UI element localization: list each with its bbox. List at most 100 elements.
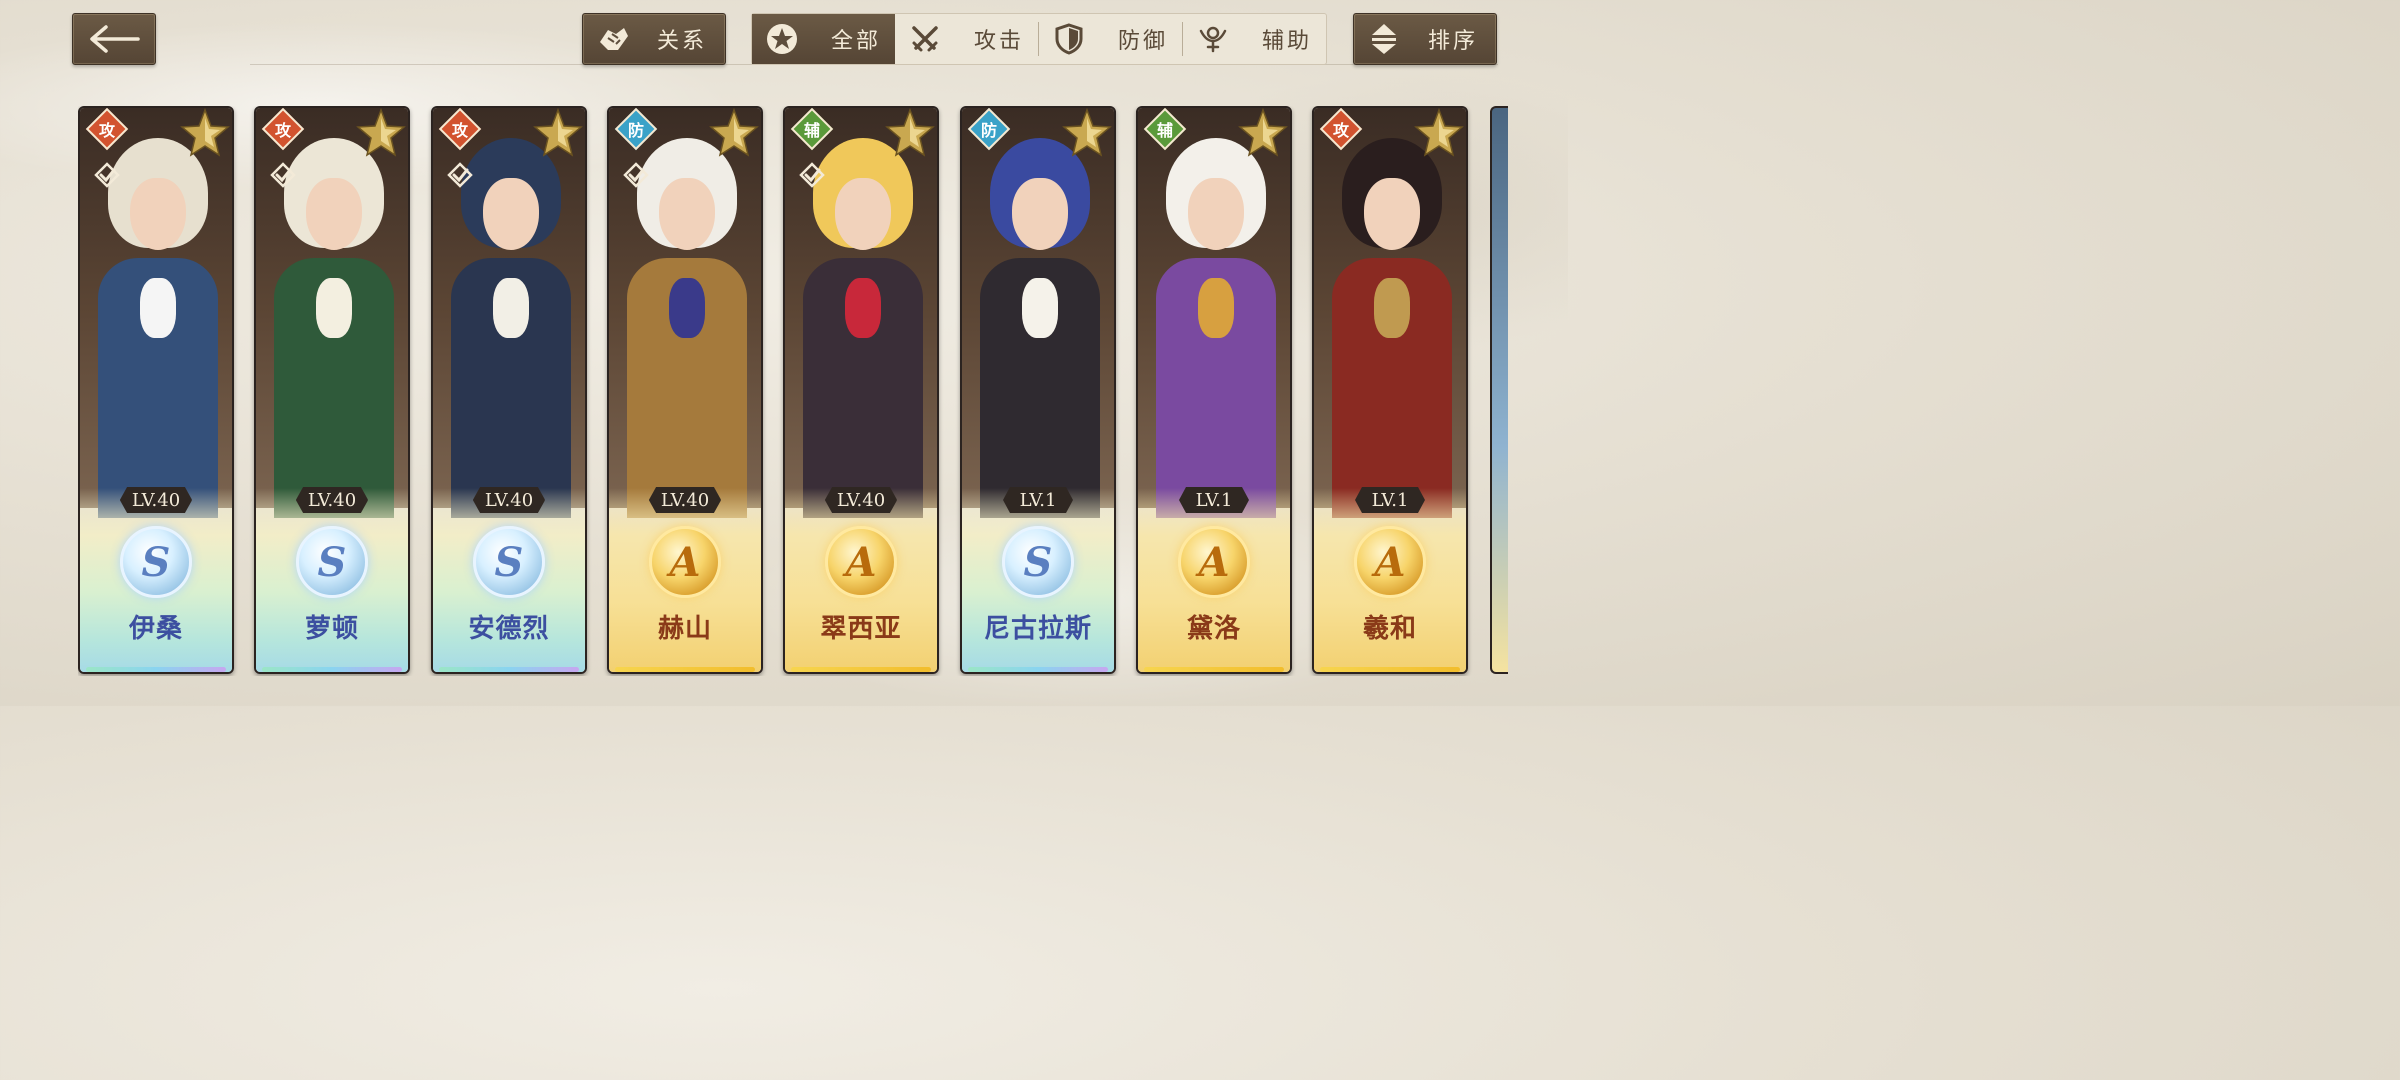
character-card-partial[interactable] [1490, 106, 1508, 674]
card-rarity-bar [86, 667, 226, 672]
card-rarity-bar [968, 667, 1108, 672]
portrait-accent [1198, 278, 1234, 338]
selected-check-icon [447, 162, 473, 188]
sort-label: 排序 [1428, 29, 1479, 54]
portrait-face [1364, 178, 1420, 250]
filter-tab-label: 防御 [1117, 29, 1168, 54]
selected-check-icon [94, 162, 120, 188]
character-name: 萝顿 [304, 614, 359, 644]
character-portrait [1138, 108, 1290, 518]
star-icon [1414, 108, 1464, 157]
support-icon [1193, 19, 1233, 59]
level-label: LV.1 [1355, 487, 1425, 513]
character-card[interactable]: 攻 LV.40 S 伊桑 [78, 106, 234, 674]
star-icon [533, 108, 583, 157]
character-card[interactable]: 辅 LV.1 A 黛洛 [1136, 106, 1292, 674]
character-name: 赫山 [657, 614, 712, 644]
filter-tab-label: 辅助 [1261, 29, 1312, 54]
rank-emblem: S [473, 526, 545, 598]
level-label: LV.40 [648, 487, 722, 513]
role-badge-text: 防 [980, 121, 997, 140]
portrait-accent [493, 278, 529, 338]
card-rarity-bar [1144, 667, 1284, 672]
level-label: LV.1 [1179, 487, 1249, 513]
portrait-accent [140, 278, 176, 338]
star-icon [356, 108, 406, 157]
portrait-face [1012, 178, 1068, 250]
character-portrait [1314, 108, 1466, 518]
selected-check-icon [270, 162, 296, 188]
level-label: LV.40 [472, 487, 546, 513]
character-portrait [962, 108, 1114, 518]
character-card[interactable]: 攻 LV.1 A 羲和 [1312, 106, 1468, 674]
role-badge-text: 攻 [98, 121, 115, 140]
selected-check-icon [799, 162, 825, 188]
star-icon [709, 108, 759, 157]
filter-tab-defense[interactable]: 防御 [1039, 14, 1182, 64]
role-badge-text: 防 [627, 121, 644, 140]
sort-button[interactable]: 排序 [1353, 13, 1497, 65]
selected-check-icon [623, 162, 649, 188]
filter-tab-label: 攻击 [973, 29, 1024, 54]
rank-emblem: A [825, 526, 897, 598]
role-badge-text: 攻 [274, 121, 291, 140]
character-card[interactable]: 防 LV.1 S 尼古拉斯 [960, 106, 1116, 674]
role-badge-text: 攻 [451, 121, 468, 140]
portrait-face [130, 178, 186, 250]
portrait-accent [1374, 278, 1410, 338]
card-rarity-bar [615, 667, 755, 672]
card-rarity-bar [791, 667, 931, 672]
back-button[interactable] [72, 13, 156, 65]
level-label: LV.1 [1003, 487, 1073, 513]
role-filter-tabs: 全部 攻击 防御 辅助 [751, 13, 1327, 65]
card-rarity-bar [439, 667, 579, 672]
star-icon [885, 108, 935, 157]
back-arrow-icon [90, 25, 140, 53]
character-name: 尼古拉斯 [983, 614, 1092, 644]
rank-emblem: S [296, 526, 368, 598]
filter-tab-attack[interactable]: 攻击 [895, 14, 1038, 64]
rank-emblem: A [1354, 526, 1426, 598]
role-badge-text: 攻 [1332, 121, 1349, 140]
character-name: 翠西亚 [820, 614, 902, 644]
filter-tab-support[interactable]: 辅助 [1183, 14, 1326, 64]
star-icon [1062, 108, 1112, 157]
rank-emblem: S [120, 526, 192, 598]
portrait-accent [845, 278, 881, 338]
portrait-face [1188, 178, 1244, 250]
card-rarity-bar [262, 667, 402, 672]
relation-button[interactable]: 关系 [582, 13, 726, 65]
crossed-swords-icon [905, 19, 945, 59]
sort-icon [1362, 17, 1406, 61]
character-name: 羲和 [1362, 614, 1417, 644]
character-card[interactable]: 攻 LV.40 S 安德烈 [431, 106, 587, 674]
level-label: LV.40 [119, 487, 193, 513]
character-name: 伊桑 [128, 614, 183, 644]
level-label: LV.40 [295, 487, 369, 513]
portrait-face [483, 178, 539, 250]
portrait-accent [1022, 278, 1058, 338]
relation-label: 关系 [657, 29, 708, 54]
portrait-face [306, 178, 362, 250]
character-card[interactable]: 防 LV.40 A 赫山 [607, 106, 763, 674]
role-badge-text: 辅 [1156, 121, 1173, 140]
portrait-face [835, 178, 891, 250]
filter-tab-label: 全部 [830, 29, 881, 54]
character-card[interactable]: 攻 LV.40 S 萝顿 [254, 106, 410, 674]
star-icon [180, 108, 230, 157]
level-label: LV.40 [824, 487, 898, 513]
rank-emblem: A [1178, 526, 1250, 598]
portrait-face [659, 178, 715, 250]
rank-emblem: A [649, 526, 721, 598]
portrait-accent [669, 278, 705, 338]
star-circle-icon [762, 19, 802, 59]
filter-tab-all[interactable]: 全部 [752, 14, 895, 64]
handshake-icon [591, 17, 635, 61]
character-card[interactable]: 辅 LV.40 A 翠西亚 [783, 106, 939, 674]
role-badge-text: 辅 [803, 121, 820, 140]
portrait-accent [316, 278, 352, 338]
rank-emblem: S [1002, 526, 1074, 598]
character-name: 安德烈 [468, 614, 550, 644]
character-name: 黛洛 [1186, 614, 1241, 644]
character-card-list: 攻 LV.40 S 伊桑 攻 LV.40 S 萝顿 攻 LV.40 S 安德烈 … [78, 106, 1508, 676]
